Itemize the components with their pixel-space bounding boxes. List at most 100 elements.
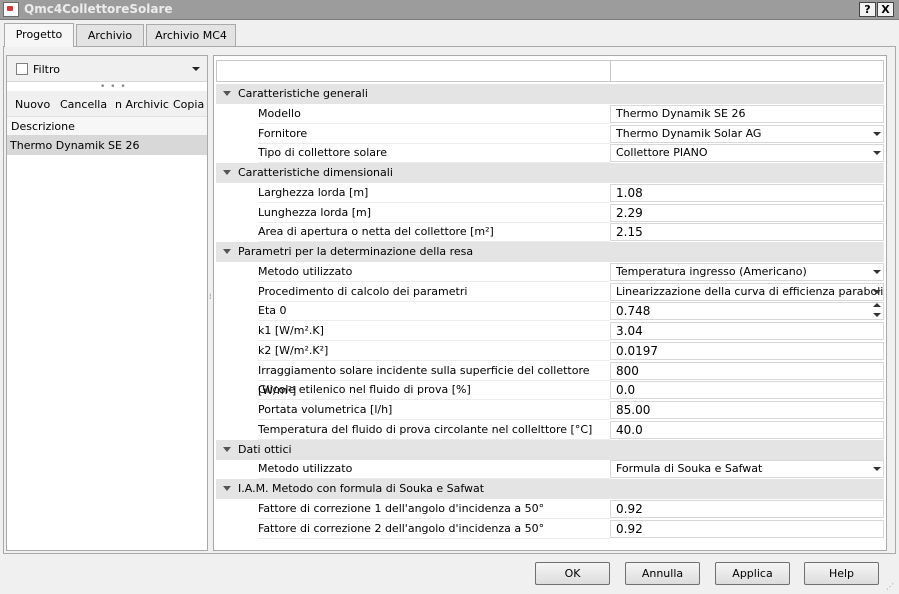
property-input[interactable]: 2.29: [610, 203, 884, 222]
applica-button[interactable]: Applica: [715, 562, 790, 585]
property-row: Eta 0 0.748: [216, 301, 884, 322]
property-select[interactable]: Linearizzazione della curva di efficienz…: [610, 282, 884, 301]
property-label: Fattore di correzione 2 dell'angolo d'in…: [258, 519, 610, 539]
property-label: Glicole etilenico nel fluido di prova [%…: [258, 380, 610, 401]
property-row: Lunghezza lorda [m] 2.29: [216, 203, 884, 223]
property-row: Procedimento di calcolo dei parametri Lin…: [216, 282, 884, 302]
ok-button[interactable]: OK: [535, 562, 610, 585]
property-grid: Caratteristiche generali Modello Thermo Dy…: [213, 55, 887, 551]
property-select[interactable]: Thermo Dynamik Solar AG: [610, 124, 884, 143]
collapse-arrow-icon[interactable]: [223, 91, 231, 96]
collapse-arrow-icon[interactable]: [223, 446, 231, 452]
copia-button[interactable]: Copia: [173, 98, 204, 111]
property-row: Glicole etilenico nel fluido di prova [%…: [216, 380, 884, 401]
property-label: Area di apertura o netta del collettore …: [258, 222, 610, 243]
property-input[interactable]: 0.0: [610, 381, 884, 400]
filter-dropdown-icon[interactable]: [192, 67, 200, 71]
tab-archivio[interactable]: Archivio: [76, 24, 144, 46]
category-label: I.A.M. Metodo con formula di Souka e Saf…: [238, 482, 485, 495]
help-button[interactable]: Help: [804, 562, 879, 585]
property-label: k1 [W/m².K]: [258, 321, 610, 341]
tab-progetto[interactable]: Progetto: [4, 23, 74, 47]
filter-checkbox[interactable]: [16, 63, 28, 75]
collapse-arrow-icon[interactable]: [223, 170, 231, 175]
property-input[interactable]: 1.08: [610, 183, 884, 202]
property-input[interactable]: 0.0197: [610, 341, 884, 360]
category-label: Caratteristiche dimensionali: [238, 166, 393, 179]
list-column-header[interactable]: Descrizione: [7, 116, 207, 136]
category-label: Parametri per la determinazione della re…: [238, 245, 474, 258]
property-input[interactable]: 40.0: [610, 420, 884, 439]
property-input[interactable]: 0.92: [610, 519, 884, 538]
property-label: Metodo utilizzato: [258, 459, 610, 480]
dropdown-arrow-icon[interactable]: [873, 131, 881, 136]
property-input[interactable]: Thermo Dynamik SE 26: [610, 104, 884, 123]
dropdown-arrow-icon[interactable]: [873, 151, 881, 156]
property-input[interactable]: 3.04: [610, 322, 884, 340]
property-row: k1 [W/m².K] 3.04: [216, 321, 884, 341]
list-item[interactable]: Thermo Dynamik SE 26: [7, 136, 207, 155]
category-label: Caratteristiche generali: [238, 87, 368, 100]
property-label: Metodo utilizzato: [258, 262, 610, 282]
annulla-button[interactable]: Annulla: [625, 562, 700, 585]
property-select[interactable]: Formula di Souka e Safwat: [610, 460, 884, 479]
spin-down-icon[interactable]: [873, 313, 881, 318]
property-input[interactable]: 0.92: [610, 499, 884, 518]
dropdown-arrow-icon[interactable]: [873, 289, 881, 294]
cancella-button[interactable]: Cancella: [60, 98, 107, 111]
dropdown-arrow-icon[interactable]: [873, 467, 881, 472]
project-list-panel: Filtro • • • Nuovo Cancella n Archivic C…: [6, 55, 208, 551]
property-label: k2 [W/m².K²]: [258, 341, 610, 361]
grid-category[interactable]: Dati ottici: [216, 439, 884, 460]
property-label: Procedimento di calcolo dei parametri: [258, 282, 610, 302]
category-label: Dati ottici: [238, 442, 292, 456]
property-input[interactable]: 800: [610, 361, 884, 380]
property-select[interactable]: Collettore PIANO: [610, 144, 884, 163]
property-label: Fattore di correzione 1 dell'angolo d'in…: [258, 499, 610, 519]
property-spinbox[interactable]: 0.748: [610, 302, 884, 321]
property-row: Modello Thermo Dynamik SE 26: [216, 104, 884, 124]
property-label: Eta 0: [258, 301, 610, 322]
property-row: Tipo di collettore solare Collettore PIAN…: [216, 143, 884, 164]
splitter-handle-icon[interactable]: ⁞: [209, 293, 212, 301]
property-row: Fattore di correzione 1 dell'angolo d'in…: [216, 499, 884, 519]
close-title-button[interactable]: X: [877, 2, 894, 17]
tab-archivio-mc4[interactable]: Archivio MC4: [146, 24, 236, 46]
property-row: Fattore di correzione 2 dell'angolo d'in…: [216, 519, 884, 539]
property-label: Portata volumetrica [l/h]: [258, 400, 610, 420]
spin-up-icon[interactable]: [873, 303, 881, 308]
title-bar: Qmc4CollettoreSolare ? X: [0, 0, 899, 20]
window-title: Qmc4CollettoreSolare: [24, 2, 173, 16]
collapse-arrow-icon[interactable]: [223, 486, 231, 491]
property-label: Temperatura del fluido di prova circolan…: [258, 420, 610, 440]
collapse-arrow-icon[interactable]: [223, 249, 231, 254]
property-label: Lunghezza lorda [m]: [258, 203, 610, 223]
property-label: Modello: [258, 104, 610, 124]
list-toolbar: Nuovo Cancella n Archivic Copia: [7, 91, 207, 116]
property-row: k2 [W/m².K²] 0.0197: [216, 341, 884, 361]
nuovo-button[interactable]: Nuovo: [15, 98, 50, 111]
property-label: Larghezza lorda [m]: [258, 183, 610, 203]
dropdown-arrow-icon[interactable]: [873, 269, 881, 274]
resize-grip-icon[interactable]: ⋰: [886, 582, 896, 592]
property-label: Fornitore: [258, 124, 610, 144]
grid-header: [216, 60, 884, 82]
filter-label: Filtro: [33, 63, 60, 76]
property-row: Area di apertura o netta del collettore …: [216, 222, 884, 243]
property-row: Fornitore Thermo Dynamik Solar AG: [216, 124, 884, 144]
property-select[interactable]: Temperatura ingresso (Americano): [610, 262, 884, 281]
property-row: Larghezza lorda [m] 1.08: [216, 183, 884, 203]
drag-grip-icon[interactable]: • • •: [100, 83, 127, 92]
filter-row: Filtro: [7, 56, 207, 82]
grid-category[interactable]: Parametri per la determinazione della re…: [216, 242, 884, 262]
property-input[interactable]: 2.15: [610, 223, 884, 242]
help-title-button[interactable]: ?: [859, 2, 876, 17]
property-row: Irraggiamento solare incidente sulla sup…: [216, 361, 884, 397]
archivio-button[interactable]: n Archivic: [115, 98, 169, 111]
grid-category[interactable]: I.A.M. Metodo con formula di Souka e Saf…: [216, 479, 884, 499]
property-label: Irraggiamento solare incidente sulla sup…: [258, 361, 610, 397]
grid-category[interactable]: Caratteristiche dimensionali: [216, 163, 884, 183]
property-input[interactable]: 85.00: [610, 401, 884, 419]
property-row: Metodo utilizzato Temperatura ingresso (A…: [216, 262, 884, 282]
grid-category[interactable]: Caratteristiche generali: [216, 84, 884, 104]
